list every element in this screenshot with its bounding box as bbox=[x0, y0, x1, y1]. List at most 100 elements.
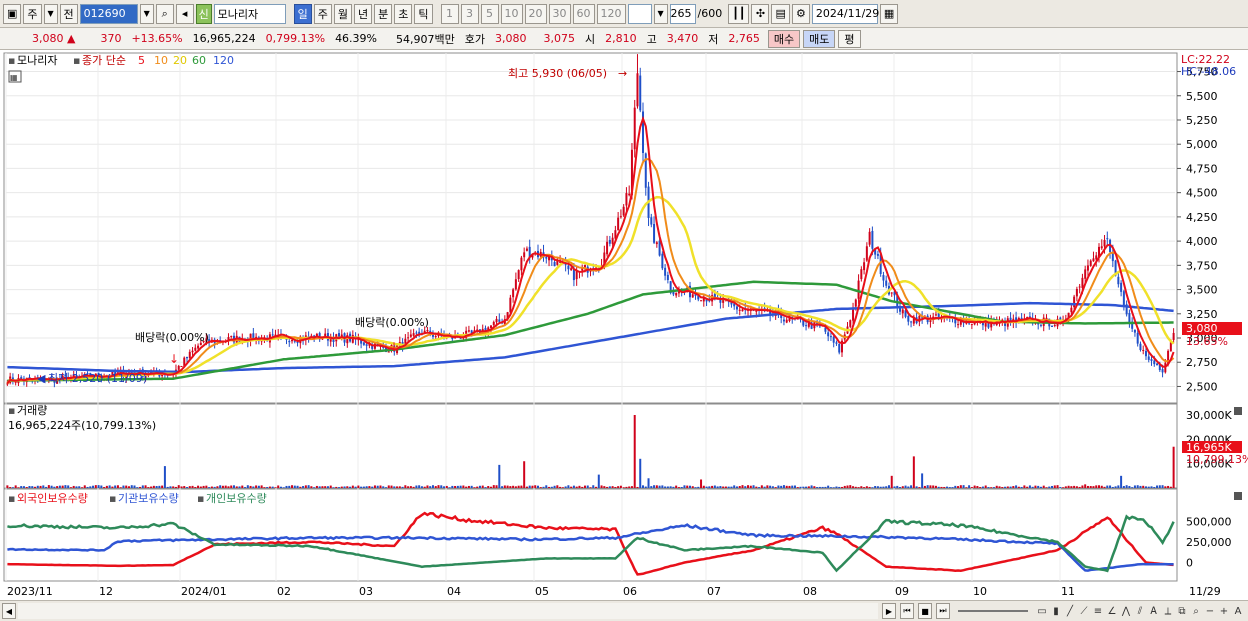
interval-3[interactable]: 3 bbox=[460, 3, 479, 24]
interval-120[interactable]: 120 bbox=[596, 3, 626, 24]
zoom-search-icon[interactable]: ⌕ bbox=[1190, 603, 1202, 619]
interval-60[interactable]: 60 bbox=[572, 3, 595, 24]
volume-bar bbox=[984, 485, 987, 488]
period-day[interactable]: 일 bbox=[293, 3, 312, 24]
legend-individual: 개인보유수량 bbox=[206, 492, 267, 505]
interval-custom-input[interactable] bbox=[627, 3, 652, 24]
code-dropdown-icon[interactable]: ▼ bbox=[139, 3, 154, 24]
candle-body bbox=[1128, 312, 1131, 323]
volume-bar bbox=[152, 485, 155, 488]
candle-body bbox=[860, 269, 863, 280]
period-month[interactable]: 월 bbox=[333, 3, 353, 24]
legend-foreign: 외국인보유수량 bbox=[17, 492, 88, 505]
period-minute[interactable]: 분 bbox=[374, 3, 393, 24]
volume-bar bbox=[628, 486, 631, 488]
volume-bar bbox=[647, 478, 650, 488]
save-icon[interactable]: ▤ bbox=[771, 3, 790, 24]
high-annotation: 최고 5,930 (06/05) bbox=[508, 67, 607, 80]
count-max-label: /600 bbox=[697, 7, 723, 20]
tool-fan-icon[interactable]: ⋀ bbox=[1120, 603, 1132, 619]
volume-bar bbox=[763, 486, 766, 488]
window-icon[interactable]: ▣ bbox=[3, 3, 22, 24]
period-tick[interactable]: 틱 bbox=[414, 3, 433, 24]
interval-10[interactable]: 10 bbox=[500, 3, 523, 24]
volume-bar bbox=[1142, 485, 1145, 488]
buy-button[interactable]: 매수 bbox=[767, 29, 801, 48]
flat-button[interactable]: 평 bbox=[838, 29, 861, 48]
tool-box-icon[interactable]: ▭ bbox=[1036, 603, 1048, 619]
chart-scrollbar[interactable]: ◀ ▶ ⏮ ■ ⏭ ▭ ▮ ╱ ⟋ ≡ ∠ ⋀ ⫽ Ꭺ ⟂ ⧉ ⌕ − + A bbox=[0, 600, 1248, 621]
count-input[interactable]: 265 bbox=[669, 3, 696, 24]
rewind-icon[interactable]: ⏮ bbox=[900, 603, 914, 619]
calendar-icon[interactable]: ▦ bbox=[879, 3, 899, 24]
period-year[interactable]: 년 bbox=[354, 3, 373, 24]
tool-text-icon[interactable]: Ꭺ bbox=[1148, 603, 1160, 619]
tool-trend-icon[interactable]: ⟋ bbox=[1078, 603, 1090, 619]
volume-bar bbox=[58, 485, 61, 488]
candle-type-icon[interactable]: ┃┃ bbox=[728, 3, 750, 24]
date-input[interactable]: 2024/11/29 bbox=[811, 3, 879, 24]
volume-bar bbox=[183, 486, 186, 488]
prev-button[interactable]: 전 bbox=[59, 3, 78, 24]
gear-icon[interactable]: ⚙ bbox=[791, 3, 810, 24]
x-tick-label: 04 bbox=[447, 585, 461, 598]
crosshair-icon[interactable]: ✣ bbox=[751, 3, 770, 24]
volume-bar bbox=[503, 485, 506, 488]
volume-bar bbox=[926, 485, 929, 488]
volume-bar bbox=[456, 485, 459, 488]
tool-bar-icon[interactable]: ▮ bbox=[1050, 603, 1062, 619]
volume-bar bbox=[180, 486, 183, 488]
interval-30[interactable]: 30 bbox=[548, 3, 571, 24]
candle-body bbox=[832, 336, 835, 343]
tool-angle-icon[interactable]: ∠ bbox=[1106, 603, 1118, 619]
speaker-icon[interactable]: ◂ bbox=[175, 3, 194, 24]
volume-bar bbox=[849, 485, 852, 488]
sell-button[interactable]: 매도 bbox=[803, 29, 836, 48]
tool-line-icon[interactable]: ╱ bbox=[1064, 603, 1076, 619]
tool-fib-icon[interactable]: ≡ bbox=[1092, 603, 1104, 619]
period-second[interactable]: 초 bbox=[394, 3, 413, 24]
stop-icon[interactable]: ■ bbox=[918, 603, 932, 619]
volume-bar bbox=[810, 485, 813, 488]
volume-bar bbox=[677, 487, 680, 488]
tool-channel-icon[interactable]: ⫽ bbox=[1134, 603, 1146, 619]
market-select[interactable]: 주 bbox=[23, 3, 42, 24]
scroll-left-icon[interactable]: ◀ bbox=[2, 603, 16, 619]
volume-bar bbox=[771, 486, 774, 488]
low-price: 2,765 bbox=[728, 32, 760, 45]
volume-bar bbox=[1045, 487, 1048, 488]
volume-bar bbox=[990, 487, 993, 488]
stock-chart[interactable]: 5,7505,5005,2505,0004,7504,5004,2504,000… bbox=[0, 51, 1248, 600]
font-size-icon[interactable]: A bbox=[1232, 603, 1244, 619]
candle-body bbox=[523, 252, 526, 258]
zoom-out-icon[interactable]: − bbox=[1204, 603, 1216, 619]
market-dropdown-icon[interactable]: ▼ bbox=[43, 3, 58, 24]
volume-bar bbox=[570, 486, 573, 488]
zoom-in-icon[interactable]: + bbox=[1218, 603, 1230, 619]
candle-body bbox=[606, 241, 609, 255]
forward-icon[interactable]: ⏭ bbox=[936, 603, 950, 619]
candle-body bbox=[838, 344, 841, 353]
zoom-slider[interactable] bbox=[958, 610, 1028, 612]
holding-panel-close-icon[interactable] bbox=[1234, 492, 1242, 500]
interval-20[interactable]: 20 bbox=[524, 3, 547, 24]
tool-measure-icon[interactable]: ⟂ bbox=[1162, 603, 1174, 619]
candle-body bbox=[434, 335, 437, 337]
interval-1[interactable]: 1 bbox=[440, 3, 459, 24]
scroll-right-icon[interactable]: ▶ bbox=[882, 603, 896, 619]
scroll-track[interactable] bbox=[18, 603, 878, 619]
interval-5[interactable]: 5 bbox=[480, 3, 499, 24]
volume-bar bbox=[622, 487, 625, 488]
volume-bar bbox=[285, 485, 288, 488]
interval-dropdown-icon[interactable]: ▼ bbox=[653, 3, 668, 24]
volume-bar bbox=[865, 486, 868, 488]
volume-panel-close-icon[interactable] bbox=[1234, 407, 1242, 415]
period-week[interactable]: 주 bbox=[313, 3, 332, 24]
stock-code-input[interactable]: 012690 bbox=[79, 3, 138, 24]
tool-copy-icon[interactable]: ⧉ bbox=[1176, 603, 1188, 619]
volume-bar bbox=[67, 485, 70, 488]
search-icon[interactable]: ⌕ bbox=[155, 3, 174, 24]
candle-body bbox=[1070, 307, 1073, 313]
candle-body bbox=[575, 270, 578, 280]
volume-bar bbox=[915, 486, 918, 488]
